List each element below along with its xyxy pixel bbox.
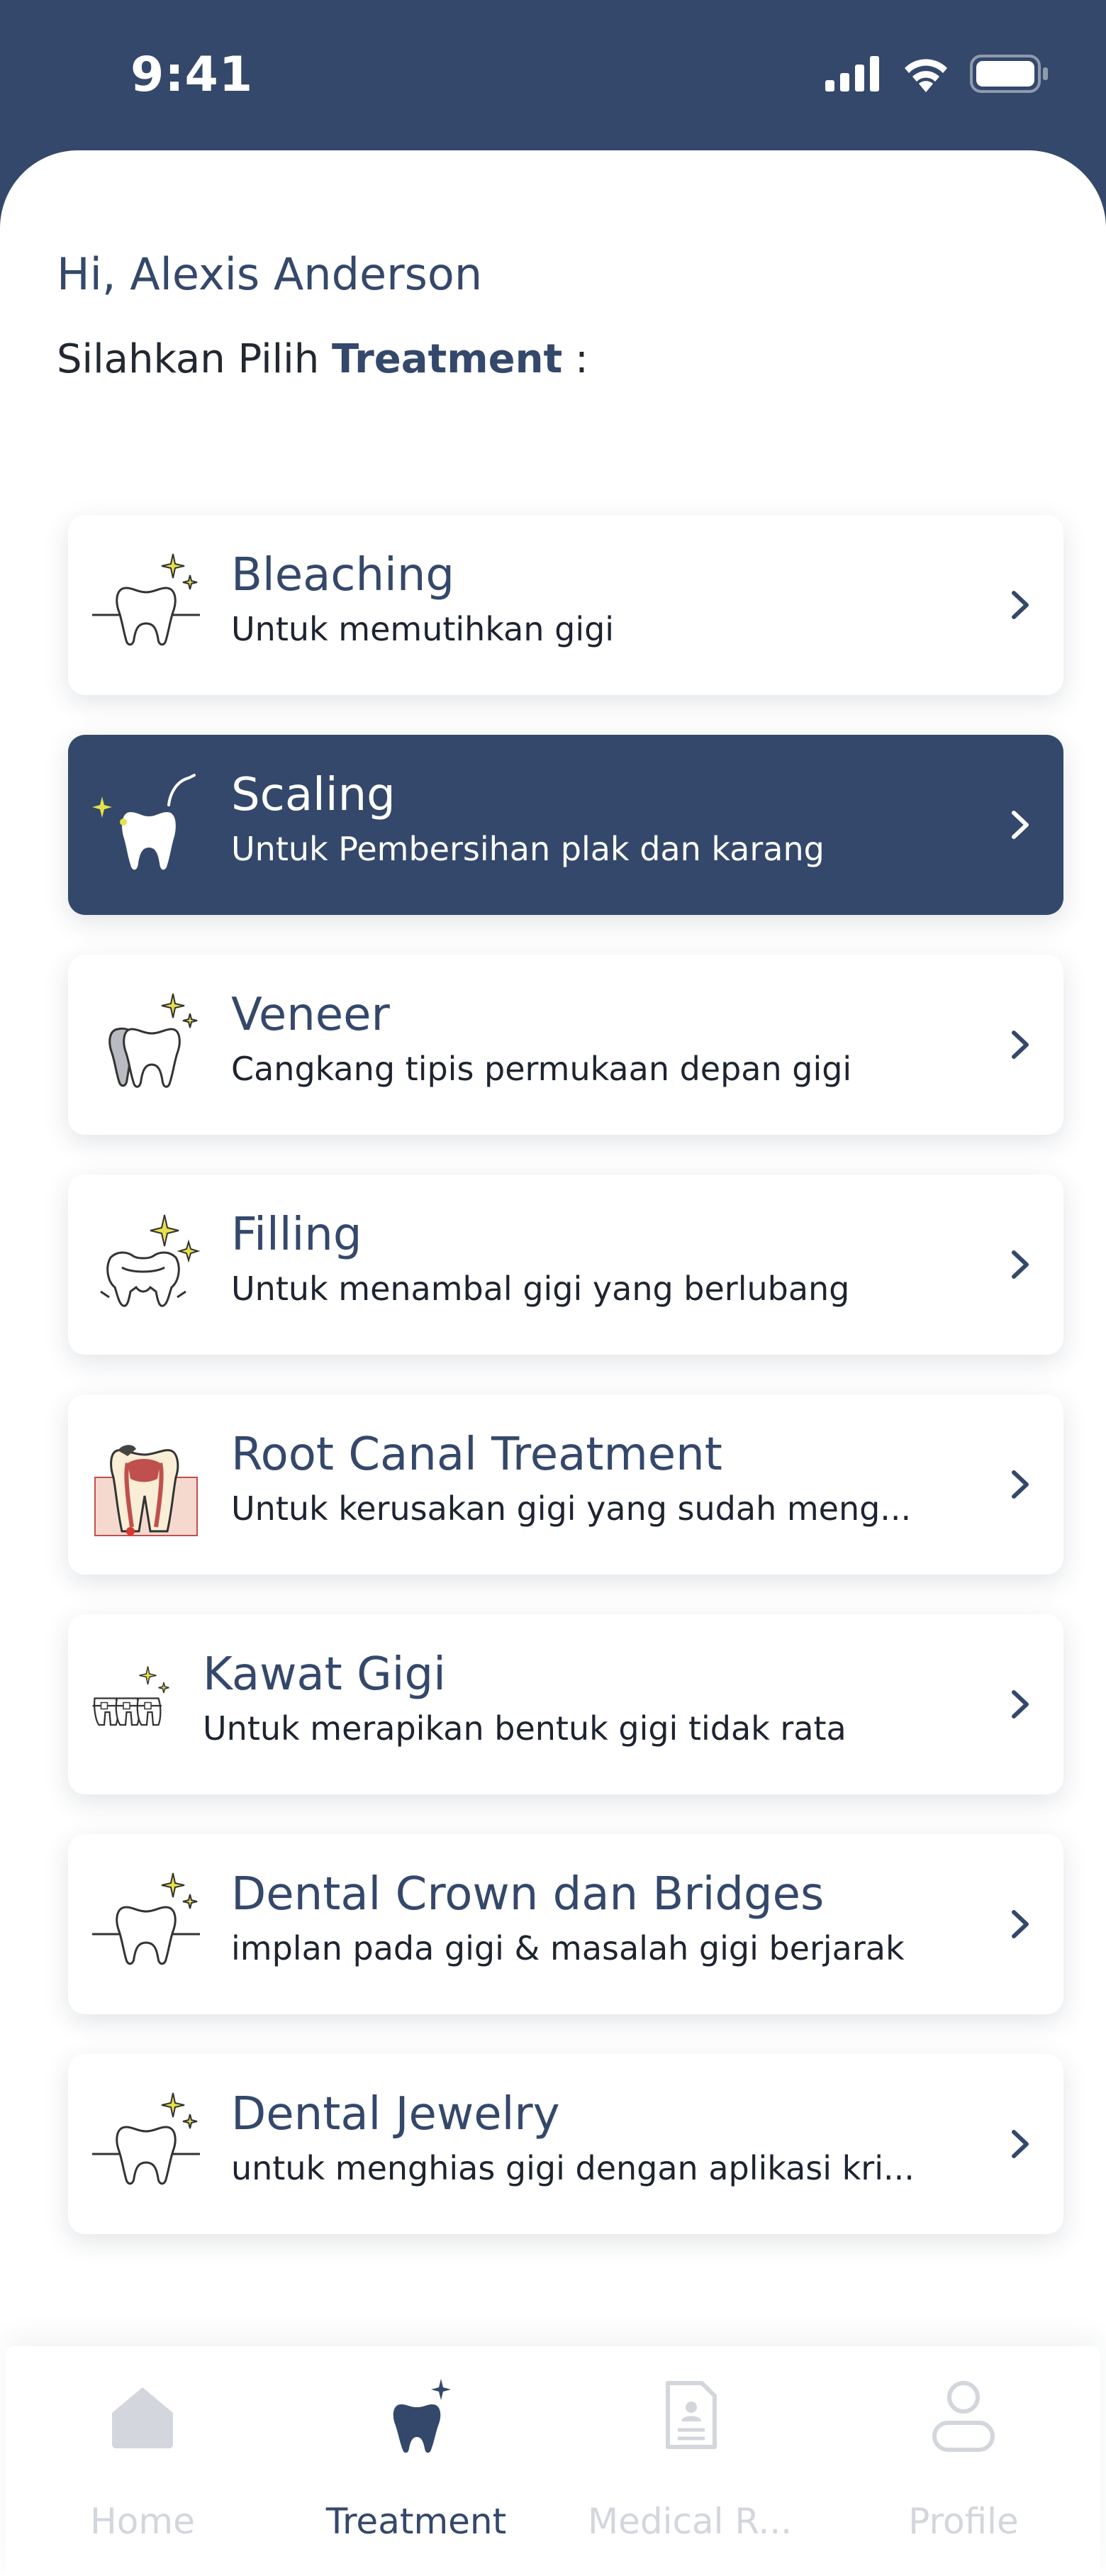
treatment-list: Bleaching Untuk memutihkan gigi Scaling … [68, 515, 1063, 2274]
treatment-subtitle: Untuk Pembersihan plak dan karang [231, 830, 825, 868]
tooth-sparkle-icon [92, 553, 200, 646]
chevron-right-icon [1012, 1250, 1029, 1279]
nav-label-treatment: Treatment [325, 2501, 507, 2542]
root-canal-icon [94, 1445, 198, 1536]
treatment-subtitle: Cangkang tipis permukaan depan gigi [231, 1050, 852, 1088]
tooth-sparkle-icon [92, 2092, 200, 2185]
treatment-title: Bleaching [231, 549, 454, 601]
nav-medical-records[interactable]: Medical R... [553, 2346, 827, 2576]
treatment-card-braces[interactable]: Kawat Gigi Untuk merapikan bentuk gigi t… [68, 1614, 1063, 1794]
nav-label-home: Home [90, 2501, 195, 2542]
nav-profile[interactable]: Profile [827, 2346, 1100, 2576]
battery-icon [970, 55, 1048, 93]
nav-label-profile: Profile [908, 2501, 1019, 2542]
treatment-subtitle: Untuk merapikan bentuk gigi tidak rata [203, 1709, 847, 1748]
treatment-subtitle: implan pada gigi & masalah gigi berjarak [231, 1929, 905, 1967]
status-bar: 9:41 [0, 0, 1106, 150]
tooth-sparkle-icon [393, 2379, 451, 2453]
chevron-right-icon [1012, 2130, 1029, 2158]
status-icons [825, 54, 1049, 94]
document-icon [666, 2381, 717, 2449]
treatment-card-root-canal[interactable]: Root Canal Treatment Untuk kerusakan gig… [68, 1394, 1063, 1575]
greeting: Hi, Alexis Anderson [57, 248, 483, 300]
treatment-title: Dental Crown dan Bridges [231, 1868, 825, 1921]
treatment-card-filling[interactable]: Filling Untuk menambal gigi yang berluba… [68, 1175, 1063, 1355]
treatment-title: Kawat Gigi [203, 1648, 446, 1701]
treatment-title: Root Canal Treatment [231, 1428, 722, 1481]
nav-label-medical: Medical R... [587, 2501, 793, 2542]
nav-treatment[interactable]: Treatment [279, 2346, 553, 2576]
treatment-title: Filling [231, 1209, 362, 1261]
chevron-right-icon [1012, 1690, 1029, 1719]
status-time: 9:41 [130, 47, 254, 103]
tooth-sparkle-icon [92, 1872, 200, 1965]
main-sheet: Hi, Alexis Anderson Silahkan Pilih Treat… [0, 150, 1106, 2576]
braces-icon [92, 1666, 169, 1726]
cellular-signal-icon [825, 56, 879, 91]
chevron-right-icon [1012, 591, 1029, 619]
treatment-card-dental-crown[interactable]: Dental Crown dan Bridges implan pada gig… [68, 1834, 1063, 2014]
bottom-nav: Home Treatment Medical R... Profile [6, 2346, 1100, 2576]
treatment-subtitle: Untuk memutihkan gigi [231, 610, 615, 648]
chevron-right-icon [1012, 1031, 1029, 1059]
treatment-subtitle: Untuk menambal gigi yang berlubang [231, 1270, 850, 1308]
treatment-prompt: Silahkan Pilih Treatment : [57, 336, 588, 382]
treatment-subtitle: untuk menghias gigi dengan aplikasi kri.… [231, 2149, 915, 2187]
prompt-prefix: Silahkan Pilih [57, 336, 333, 382]
molar-filling-icon [100, 1214, 201, 1307]
tooth-scaler-icon [92, 774, 196, 870]
prompt-suffix: : [562, 336, 588, 382]
treatment-card-bleaching[interactable]: Bleaching Untuk memutihkan gigi [68, 515, 1063, 695]
wifi-icon [905, 59, 947, 92]
veneer-tooth-icon [108, 993, 198, 1088]
user-icon [932, 2381, 995, 2452]
home-icon [112, 2387, 173, 2448]
chevron-right-icon [1012, 811, 1029, 839]
prompt-bold: Treatment [332, 336, 563, 382]
chevron-right-icon [1012, 1470, 1029, 1499]
treatment-card-scaling[interactable]: Scaling Untuk Pembersihan plak dan karan… [68, 735, 1063, 915]
treatment-subtitle: Untuk kerusakan gigi yang sudah meng... [231, 1489, 912, 1528]
treatment-card-dental-jewelry[interactable]: Dental Jewelry untuk menghias gigi denga… [68, 2054, 1063, 2234]
chevron-right-icon [1012, 1910, 1029, 1938]
treatment-title: Veneer [231, 989, 390, 1041]
treatment-title: Dental Jewelry [231, 2088, 560, 2141]
treatment-card-veneer[interactable]: Veneer Cangkang tipis permukaan depan gi… [68, 955, 1063, 1135]
nav-home[interactable]: Home [6, 2346, 279, 2576]
treatment-title: Scaling [231, 769, 396, 821]
